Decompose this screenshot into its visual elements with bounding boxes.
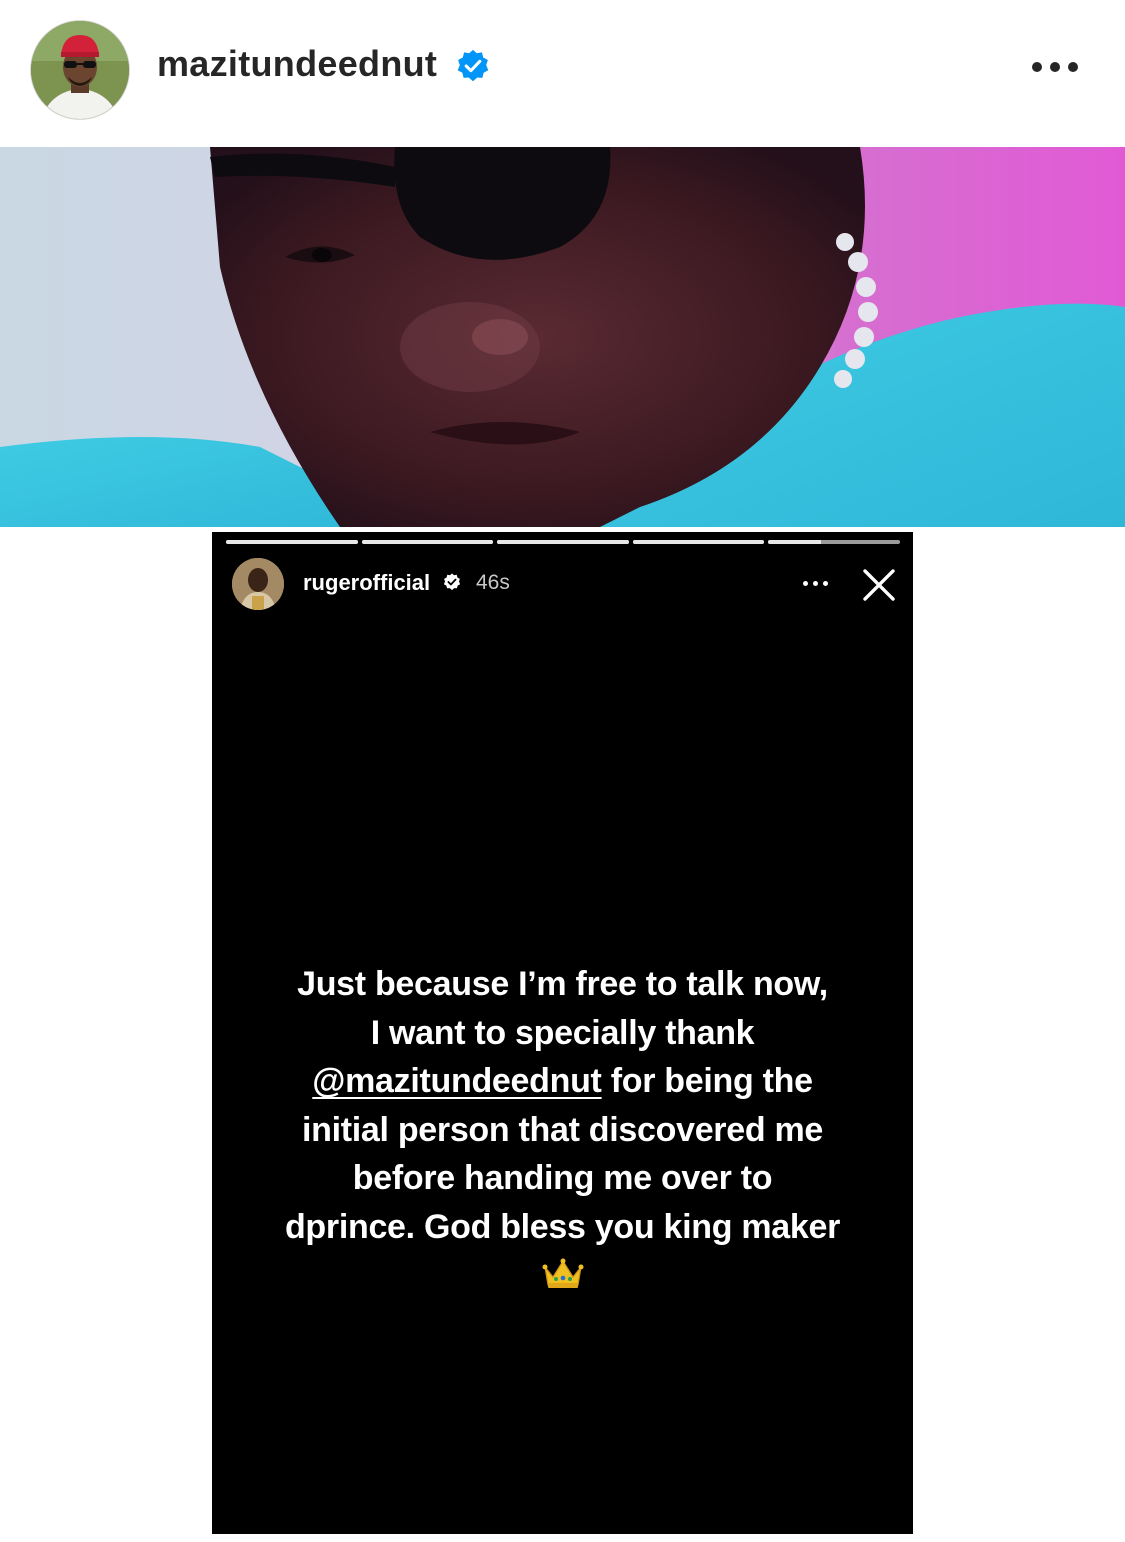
story-caption: Just because I’m free to talk now, I wan… [232, 960, 893, 1291]
story-timestamp: 46s [476, 571, 510, 594]
progress-segment [361, 540, 494, 544]
story-more-options-button[interactable] [801, 579, 831, 587]
caption-line: before handing me over to [352, 1159, 773, 1197]
mention-link[interactable]: @mazitundeednut [312, 1062, 602, 1100]
post-header: mazitundeednut [0, 0, 1125, 140]
caption-line: Just because I’m free to talk now, [297, 965, 828, 1003]
close-icon[interactable] [860, 566, 898, 604]
caption-line: initial person that discovered me [301, 1110, 824, 1149]
post-username[interactable]: mazitundeednut [157, 43, 437, 85]
progress-segment-fill [632, 540, 765, 544]
instagram-post: mazitundeednut rugerofficial 46s Just be… [0, 0, 1125, 1542]
story-username[interactable]: rugerofficial [303, 570, 430, 596]
crown-emoji-icon [542, 1258, 583, 1288]
story-screenshot: rugerofficial 46s Just because I’m free … [212, 532, 913, 1534]
profile-avatar[interactable] [30, 20, 130, 120]
progress-segment [497, 540, 629, 544]
progress-segment [632, 540, 765, 544]
progress-segment-fill [768, 540, 821, 544]
caption-line: I want to specially thank [370, 1013, 755, 1052]
verified-badge-icon [457, 49, 489, 82]
progress-segment [768, 540, 900, 544]
verified-badge-icon [443, 573, 461, 591]
progress-segment-fill [497, 540, 629, 544]
story-progress-bar [226, 540, 900, 544]
caption-line: dprince. God bless you king maker [284, 1207, 841, 1246]
story-avatar[interactable] [232, 558, 284, 610]
post-photo [0, 147, 1125, 527]
caption-text: for being the [601, 1062, 813, 1100]
progress-segment-fill [361, 540, 494, 544]
progress-segment [226, 540, 358, 544]
caption-line: @mazitundeednut for being the [232, 1057, 893, 1106]
progress-segment-fill [226, 540, 358, 544]
more-options-button[interactable] [1028, 50, 1088, 84]
